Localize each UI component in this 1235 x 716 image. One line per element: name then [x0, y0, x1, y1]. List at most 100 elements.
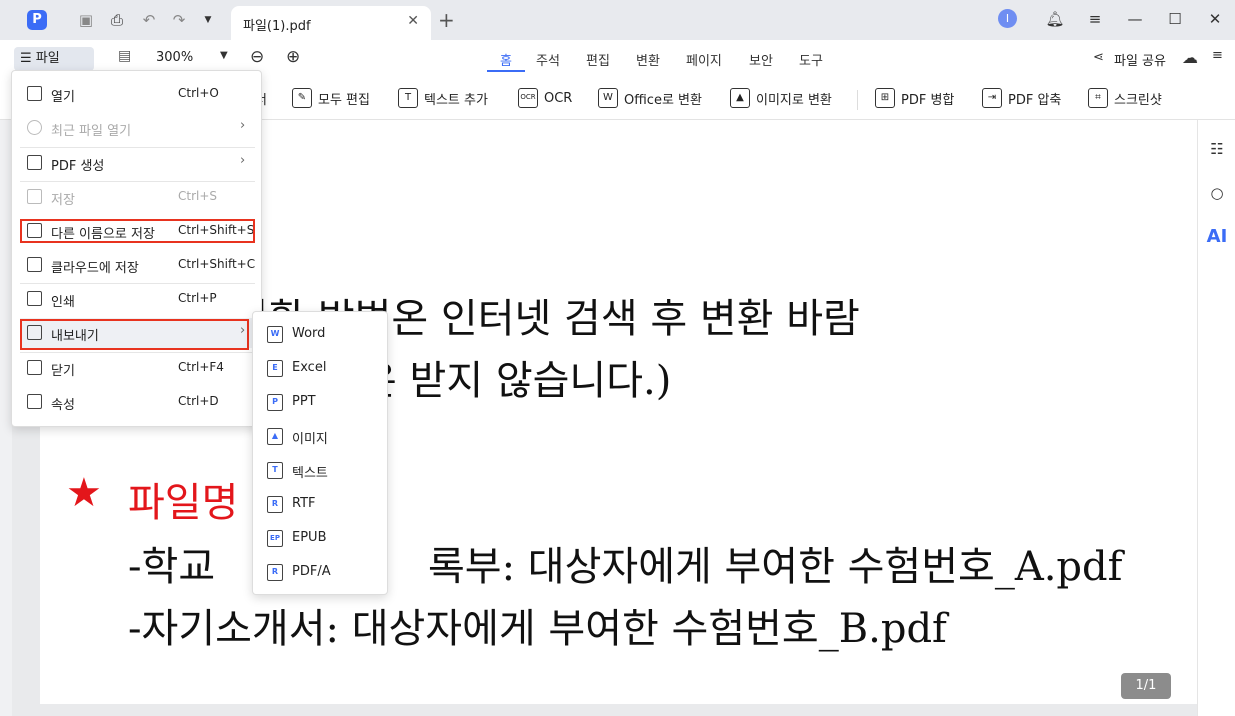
minimize-icon[interactable]: — — [1125, 9, 1145, 29]
tab-title: 파일(1).pdf — [243, 19, 311, 34]
menu-lines-icon: ☰ — [20, 51, 36, 66]
page-view-icon[interactable]: ▤ — [118, 48, 131, 64]
chevron-right-icon: › — [240, 118, 246, 133]
export-pdfa[interactable]: R PDF/A — [253, 555, 387, 589]
collapse-ribbon-icon[interactable]: ≡ — [1212, 48, 1223, 63]
clock-icon — [27, 120, 42, 135]
pdf-merge-button[interactable]: ⊞ PDF 병합 — [875, 86, 954, 110]
tab-security[interactable]: 보안 — [749, 50, 773, 69]
search-icon[interactable]: ○ — [1206, 182, 1228, 204]
properties-panel-icon[interactable]: ☷ — [1206, 138, 1228, 160]
export-word[interactable]: W Word — [253, 317, 387, 351]
active-tab-underline — [487, 70, 525, 72]
print-icon[interactable]: ⎙ — [107, 10, 127, 30]
pdf-merge-icon: ⊞ — [875, 88, 895, 108]
export-image[interactable]: ▲ 이미지 — [253, 419, 387, 453]
create-pdf-icon — [27, 155, 42, 170]
add-text-icon: T — [398, 88, 418, 108]
redo-icon[interactable]: ↷ — [169, 10, 189, 30]
ocr-button[interactable]: OCR OCR — [518, 86, 572, 110]
close-tab-icon[interactable]: ✕ — [407, 13, 419, 29]
menu-close[interactable]: 닫기 Ctrl+F4 — [20, 353, 255, 383]
office-convert-icon: W — [598, 88, 618, 108]
file-menu-dropdown: 열기 Ctrl+O 최근 파일 열기 › PDF 생성 › 저장 Ctrl+S … — [11, 70, 262, 427]
add-text-button[interactable]: T 텍스트 추가 — [398, 86, 488, 110]
menu-properties[interactable]: 속성 Ctrl+D — [20, 387, 255, 417]
image-convert-button[interactable]: ▲ 이미지로 변환 — [730, 86, 832, 110]
excel-icon: E — [267, 360, 283, 377]
title-bar: P ▣ ⎙ ↶ ↷ ▼ 파일(1).pdf ✕ + I 🔔︎ ≡ — ☐ ✕ — [0, 0, 1235, 40]
properties-icon — [27, 394, 42, 409]
maximize-icon[interactable]: ☐ — [1165, 9, 1185, 29]
toolbar-divider — [857, 90, 858, 110]
export-submenu: W Word E Excel P PPT ▲ 이미지 T 텍스트 R RTF E… — [252, 311, 388, 595]
tab-annotate[interactable]: 주석 — [536, 50, 560, 69]
menu-print[interactable]: 인쇄 Ctrl+P — [20, 284, 255, 314]
doc-line-3: 파일명 — [128, 480, 239, 526]
menu-open[interactable]: 열기 Ctrl+O — [20, 79, 255, 109]
close-file-icon — [27, 360, 42, 375]
image-icon: ▲ — [267, 428, 283, 445]
close-window-icon[interactable]: ✕ — [1205, 9, 1225, 29]
cloud-upload-icon[interactable]: ☁ — [1182, 48, 1198, 67]
zoom-in-icon[interactable]: ⊕ — [286, 47, 300, 67]
notification-bell-icon[interactable]: 🔔︎ — [1045, 9, 1065, 29]
export-excel[interactable]: E Excel — [253, 351, 387, 385]
right-sidebar: ☷ ○ AI — [1197, 120, 1235, 716]
edit-all-button[interactable]: ✎ 모두 편집 — [292, 86, 370, 110]
new-tab-icon[interactable]: + — [438, 8, 455, 32]
share-icon[interactable]: ⋖ — [1093, 50, 1104, 65]
tab-page[interactable]: 페이지 — [686, 50, 722, 69]
export-epub[interactable]: EP EPUB — [253, 521, 387, 555]
screenshot-icon: ⌗ — [1088, 88, 1108, 108]
menu-create-pdf[interactable]: PDF 생성 › — [20, 148, 255, 178]
highlight-export — [20, 319, 249, 350]
zoom-out-icon[interactable]: ⊖ — [250, 47, 264, 67]
doc-line-4b: 록부: 대상자에게 부여한 수험번호_A.pdf — [428, 544, 1123, 590]
menu-save-to-cloud[interactable]: 클라우드에 저장 Ctrl+Shift+C — [20, 250, 255, 280]
ocr-icon: OCR — [518, 88, 538, 108]
chevron-right-icon: › — [240, 153, 246, 168]
file-menu-button[interactable]: ☰ 파일 — [14, 47, 94, 71]
pdfa-icon: R — [267, 564, 283, 581]
page-indicator: 1/1 — [1121, 673, 1171, 699]
undo-icon[interactable]: ↶ — [139, 10, 159, 30]
open-file-icon — [27, 86, 42, 101]
text-icon: T — [267, 462, 283, 479]
ppt-icon: P — [267, 394, 283, 411]
edit-all-icon: ✎ — [292, 88, 312, 108]
tab-home[interactable]: 홈 — [500, 50, 512, 69]
ai-assistant-icon[interactable]: AI — [1206, 226, 1228, 248]
export-text[interactable]: T 텍스트 — [253, 453, 387, 487]
export-rtf[interactable]: R RTF — [253, 487, 387, 521]
office-convert-button[interactable]: W Office로 변환 — [598, 86, 702, 110]
tab-convert[interactable]: 변환 — [636, 50, 660, 69]
quick-access-dropdown-icon[interactable]: ▼ — [198, 10, 218, 30]
share-file-button[interactable]: 파일 공유 — [1114, 50, 1166, 69]
app-logo-icon[interactable]: P — [27, 10, 47, 30]
cloud-save-icon — [27, 257, 42, 272]
screenshot-button[interactable]: ⌗ 스크린샷 — [1088, 86, 1162, 110]
doc-line-5: -자기소개서: 대상자에게 부여한 수험번호_B.pdf — [128, 606, 947, 652]
export-ppt[interactable]: P PPT — [253, 385, 387, 419]
word-icon: W — [267, 326, 283, 343]
zoom-value[interactable]: 300% — [156, 50, 193, 65]
tab-tools[interactable]: 도구 — [799, 50, 823, 69]
highlight-save-as — [20, 219, 255, 243]
rtf-icon: R — [267, 496, 283, 513]
user-avatar[interactable]: I — [998, 9, 1017, 28]
hamburger-menu-icon[interactable]: ≡ — [1085, 9, 1105, 29]
zoom-dropdown-icon[interactable]: ▼ — [220, 50, 228, 61]
tab-edit[interactable]: 편집 — [586, 50, 610, 69]
save-icon[interactable]: ▣ — [76, 10, 96, 30]
save-icon — [27, 189, 42, 204]
image-convert-icon: ▲ — [730, 88, 750, 108]
pdf-compress-button[interactable]: ⇥ PDF 압축 — [982, 86, 1061, 110]
menu-recent-files[interactable]: 최근 파일 열기 › — [20, 113, 255, 143]
document-tab[interactable]: 파일(1).pdf ✕ — [231, 6, 431, 40]
epub-icon: EP — [267, 530, 283, 547]
print-icon — [27, 291, 42, 306]
menu-save[interactable]: 저장 Ctrl+S — [20, 182, 255, 212]
doc-line-4a: -학교 — [128, 544, 216, 590]
pdf-compress-icon: ⇥ — [982, 88, 1002, 108]
